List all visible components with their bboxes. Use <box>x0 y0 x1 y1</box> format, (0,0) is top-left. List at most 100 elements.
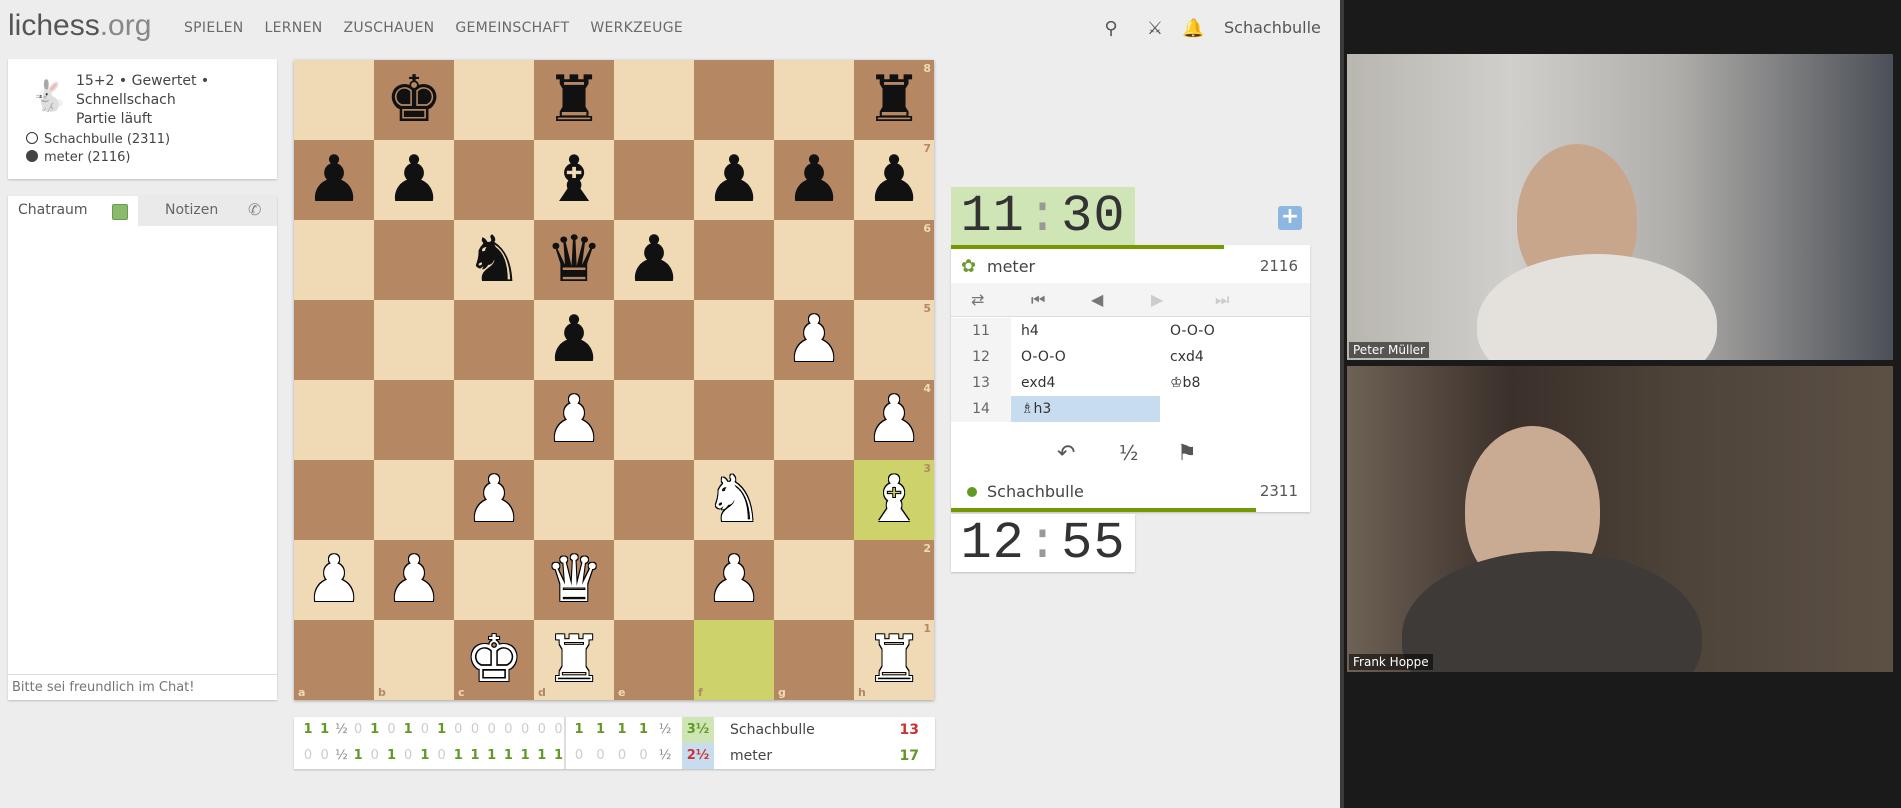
square-e6[interactable]: ♟ <box>614 220 694 300</box>
square-d5[interactable]: ♟ <box>534 300 614 380</box>
square-b8[interactable]: ♚ <box>374 60 454 140</box>
square-c8[interactable] <box>454 60 534 140</box>
square-c1[interactable]: ♚ c <box>454 620 534 700</box>
square-e3[interactable] <box>614 460 694 540</box>
move-black[interactable]: O-O-O <box>1160 318 1310 344</box>
white-pawn-icon[interactable]: ♟ <box>385 548 442 612</box>
square-f1[interactable]: f <box>694 620 774 700</box>
move-black[interactable]: cxd4 <box>1160 344 1310 370</box>
crosstable-result[interactable]: 1 <box>612 722 632 737</box>
move-white[interactable]: h4 <box>1011 318 1160 344</box>
white-knight-icon[interactable]: ♞ <box>705 468 762 532</box>
black-king-icon[interactable]: ♚ <box>385 68 442 132</box>
square-h5[interactable]: 5 <box>854 300 934 380</box>
first-move-icon[interactable]: ⏮ <box>1031 290 1045 310</box>
move-black[interactable] <box>1160 396 1310 422</box>
square-e4[interactable] <box>614 380 694 460</box>
square-e5[interactable] <box>614 300 694 380</box>
square-f5[interactable] <box>694 300 774 380</box>
square-b6[interactable] <box>374 220 454 300</box>
square-c2[interactable] <box>454 540 534 620</box>
square-b3[interactable] <box>374 460 454 540</box>
square-a7[interactable]: ♟ <box>294 140 374 220</box>
crosstable-result[interactable]: 0 <box>634 748 654 763</box>
square-c4[interactable] <box>454 380 534 460</box>
square-c5[interactable] <box>454 300 534 380</box>
square-f2[interactable]: ♟ <box>694 540 774 620</box>
square-f8[interactable] <box>694 60 774 140</box>
nav-tools[interactable]: WERKZEUGE <box>590 20 683 36</box>
black-pawn-icon[interactable]: ♟ <box>385 148 442 212</box>
square-b4[interactable] <box>374 380 454 460</box>
square-h2[interactable]: 2 <box>854 540 934 620</box>
last-move-icon[interactable]: ⏭ <box>1215 290 1229 310</box>
black-rook-icon[interactable]: ♜ <box>545 68 602 132</box>
crosstable-result[interactable]: ½ <box>655 722 675 737</box>
square-a6[interactable] <box>294 220 374 300</box>
black-queen-icon[interactable]: ♛ <box>545 228 602 292</box>
crosstable-player[interactable]: Schachbulle <box>730 722 815 738</box>
nav-play[interactable]: SPIELEN <box>184 20 244 36</box>
takeback-icon[interactable]: ↶ <box>1057 441 1075 466</box>
black-pawn-icon[interactable]: ♟ <box>305 148 362 212</box>
black-pawn-icon[interactable]: ♟ <box>625 228 682 292</box>
square-g4[interactable] <box>774 380 854 460</box>
offer-draw-button[interactable]: ½ <box>1119 441 1138 465</box>
square-h3[interactable]: ♝ 3 <box>854 460 934 540</box>
white-player-link[interactable]: Schachbulle (2311) <box>26 132 170 147</box>
square-b7[interactable]: ♟ <box>374 140 454 220</box>
square-e2[interactable] <box>614 540 694 620</box>
bell-icon[interactable]: 🔔 <box>1182 18 1204 40</box>
black-pawn-icon[interactable]: ♟ <box>545 308 602 372</box>
white-pawn-icon[interactable]: ♟ <box>705 548 762 612</box>
black-knight-icon[interactable]: ♞ <box>465 228 522 292</box>
square-d4[interactable]: ♟ <box>534 380 614 460</box>
black-rook-icon[interactable]: ♜ <box>865 68 922 132</box>
crosstable-player[interactable]: meter <box>730 748 772 764</box>
white-pawn-icon[interactable]: ♟ <box>545 388 602 452</box>
black-pawn-icon[interactable]: ♟ <box>785 148 842 212</box>
phone-icon[interactable]: ✆ <box>248 200 261 219</box>
move-white[interactable]: ♗h3 <box>1011 396 1160 422</box>
square-e7[interactable] <box>614 140 694 220</box>
square-g3[interactable] <box>774 460 854 540</box>
square-f3[interactable]: ♞ <box>694 460 774 540</box>
crosstable-result[interactable]: 1 <box>591 722 611 737</box>
square-h6[interactable]: 6 <box>854 220 934 300</box>
square-h7[interactable]: ♟ 7 <box>854 140 934 220</box>
white-rook-icon[interactable]: ♜ <box>865 628 922 692</box>
tab-notes[interactable]: Notizen <box>165 202 218 218</box>
crosstable-result[interactable]: 0 <box>591 748 611 763</box>
lichess-logo[interactable]: lichess.org <box>8 9 151 43</box>
square-g1[interactable]: g <box>774 620 854 700</box>
black-player-link[interactable]: meter (2116) <box>26 150 130 165</box>
black-bishop-icon[interactable]: ♝ <box>545 148 602 212</box>
white-bishop-icon[interactable]: ♝ <box>865 468 922 532</box>
square-d2[interactable]: ♛ <box>534 540 614 620</box>
flip-board-icon[interactable]: ⇄ <box>971 290 984 309</box>
white-pawn-icon[interactable]: ♟ <box>465 468 522 532</box>
move-white[interactable]: exd4 <box>1011 370 1160 396</box>
square-e8[interactable] <box>614 60 694 140</box>
square-c3[interactable]: ♟ <box>454 460 534 540</box>
square-g5[interactable]: ♟ <box>774 300 854 380</box>
square-a2[interactable]: ♟ <box>294 540 374 620</box>
square-d3[interactable] <box>534 460 614 540</box>
crosstable-result[interactable]: ½ <box>655 748 675 763</box>
square-h4[interactable]: ♟ 4 <box>854 380 934 460</box>
square-d6[interactable]: ♛ <box>534 220 614 300</box>
crosstable-result[interactable]: 0 <box>549 722 569 737</box>
square-d7[interactable]: ♝ <box>534 140 614 220</box>
nav-watch[interactable]: ZUSCHAUEN <box>344 20 435 36</box>
crosstable-result[interactable]: 1 <box>549 748 569 763</box>
square-g2[interactable] <box>774 540 854 620</box>
crosstable-result[interactable]: 0 <box>612 748 632 763</box>
crosstable-result[interactable]: 0 <box>569 748 589 763</box>
white-rook-icon[interactable]: ♜ <box>545 628 602 692</box>
square-a1[interactable]: a <box>294 620 374 700</box>
square-a3[interactable] <box>294 460 374 540</box>
white-pawn-icon[interactable]: ♟ <box>305 548 362 612</box>
square-b5[interactable] <box>374 300 454 380</box>
search-icon[interactable]: ⚲ <box>1100 18 1122 40</box>
square-g7[interactable]: ♟ <box>774 140 854 220</box>
